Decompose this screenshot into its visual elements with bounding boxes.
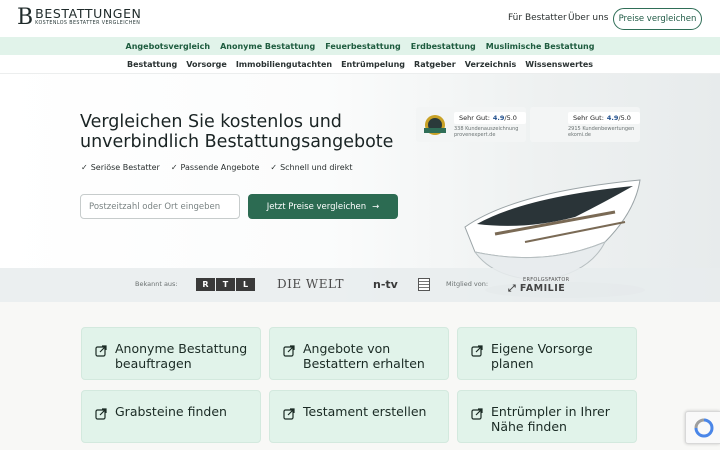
site-header: B BESTATTUNGEN KOSTENLOS BESTATTER VERGL… [0, 0, 720, 37]
check-label: Schnell und direkt [280, 163, 353, 172]
primary-nav-item[interactable]: Feuerbestattung [325, 42, 401, 51]
arrow-mark-icon: ⤢ [508, 283, 517, 294]
external-link-icon [95, 408, 107, 420]
primary-nav-item[interactable]: Anonyme Bestattung [220, 42, 315, 51]
rating-max: /5.0 [504, 114, 517, 122]
check-icon: ✓ [81, 163, 88, 172]
headline-line-2: unverbindlich Bestattungsangebote [80, 132, 394, 152]
arrow-right-icon: → [372, 201, 380, 212]
location-input[interactable]: Postzeitzahl oder Ort eingeben [80, 194, 240, 219]
secondary-nav-item[interactable]: Entrümpelung [341, 60, 405, 69]
rating-label: Sehr Gut: [459, 114, 490, 122]
check-item: ✓ Seriöse Bestatter [81, 163, 160, 172]
known-from-label: Bekannt aus: [135, 280, 178, 288]
service-card[interactable]: Grabsteine finden [81, 390, 261, 443]
primary-nav-item[interactable]: Muslimische Bestattung [486, 42, 595, 51]
recaptcha-badge[interactable] [685, 411, 720, 444]
check-icon: ✓ [270, 163, 278, 172]
secondary-nav-item[interactable]: Ratgeber [414, 60, 456, 69]
logo-name: BESTATTUNGEN [35, 6, 142, 21]
external-link-icon [471, 345, 483, 357]
compare-now-label: Jetzt Preise vergleichen [266, 201, 367, 212]
check-label: Passende Angebote [180, 163, 260, 172]
rating-max: /5.0 [618, 114, 631, 122]
rtl-letter: L [236, 278, 255, 291]
secondary-nav-item[interactable]: Immobiliengutachten [236, 60, 332, 69]
rating-source: provenexpert.de [454, 131, 496, 138]
hero-checks: ✓ Seriöse Bestatter ✓ Passende Angebote ✓ S… [81, 163, 352, 172]
primary-nav-item[interactable]: Erdbestattung [411, 42, 476, 51]
rating-label: Sehr Gut: [573, 114, 604, 122]
primary-nav-item[interactable]: Angebotsvergleich [126, 42, 211, 51]
service-card-title: Anonyme Bestattung beauftragen [115, 341, 248, 371]
rating-score: 4.9 [492, 114, 505, 122]
compare-prices-button[interactable]: Preise vergleichen [613, 8, 702, 30]
service-card-title: Testament erstellen [303, 404, 427, 419]
service-card-title: Entrümpler in Ihrer Nähe finden [491, 404, 610, 434]
check-item: ✓ Passende Angebote [171, 163, 260, 172]
service-card[interactable]: Eigene Vorsorge planen [457, 327, 637, 380]
service-card[interactable]: Testament erstellen [269, 390, 449, 443]
rtl-letter: R [196, 278, 215, 291]
ntv-logo: n-tv [373, 278, 398, 291]
rating-head: Sehr Gut: 4.9/5.0 [568, 112, 640, 124]
external-link-icon [471, 408, 483, 420]
secondary-nav-item[interactable]: Vorsorge [186, 60, 227, 69]
rtl-letter: T [216, 278, 235, 291]
primary-nav: Angebotsvergleich Anonyme Bestattung Feu… [0, 37, 720, 55]
external-link-icon [283, 408, 295, 420]
nav-about[interactable]: Über uns [568, 13, 609, 23]
rating-ekomi[interactable]: Sehr Gut: 4.9/5.0 2915 Kundenbewertungen e… [530, 107, 640, 142]
service-card[interactable]: Angebote von Bestattern erhalten [269, 327, 449, 380]
hero-headline: Vergleichen Sie kostenlos und unverbindl… [80, 112, 410, 152]
logo-letter: B [17, 5, 34, 30]
provenexpert-badge-icon [424, 115, 446, 135]
service-card[interactable]: Anonyme Bestattung beauftragen [81, 327, 261, 380]
family-logo: ERFOLGSFAKTOR ⤢ FAMILIE [508, 277, 569, 294]
nav-for-undertakers[interactable]: Für Bestatter [508, 13, 567, 23]
site-logo[interactable]: B BESTATTUNGEN KOSTENLOS BESTATTER VERGL… [17, 5, 142, 30]
member-of-label: Mitglied von: [446, 280, 489, 288]
recaptcha-icon [694, 418, 714, 438]
family-logo-bottom: ⤢ FAMILIE [508, 283, 569, 294]
rating-sub: 2915 Kundenbewertungen ekomi.de [568, 126, 648, 138]
location-input-placeholder: Postzeitzahl oder Ort eingeben [89, 201, 221, 212]
rating-sub: 338 Kundenauszeichnung provenexpert.de [454, 126, 534, 138]
rating-score: 4.9 [606, 114, 619, 122]
welt-logo: DIE WELT [277, 277, 345, 291]
service-card-title: Eigene Vorsorge planen [491, 341, 593, 371]
check-label: Seriöse Bestatter [90, 163, 160, 172]
check-icon: ✓ [170, 163, 178, 172]
service-card-title: Angebote von Bestattern erhalten [303, 341, 425, 371]
secondary-nav-item[interactable]: Verzeichnis [465, 60, 517, 69]
rating-provenexpert[interactable]: Sehr Gut: 4.9/5.0 338 Kundenauszeichnung p… [416, 107, 526, 142]
secondary-nav-item[interactable]: Bestattung [127, 60, 177, 69]
family-logo-word: FAMILIE [519, 283, 566, 294]
rating-source: ekomi.de [568, 131, 591, 138]
headline-line-1: Vergleichen Sie kostenlos und [80, 112, 342, 132]
external-link-icon [283, 345, 295, 357]
newspaper-logo-icon [418, 278, 430, 291]
compare-now-button[interactable]: Jetzt Preise vergleichen → [248, 194, 398, 219]
service-card-title: Grabsteine finden [115, 404, 227, 419]
service-card[interactable]: Entrümpler in Ihrer Nähe finden [457, 390, 637, 443]
external-link-icon [95, 345, 107, 357]
logo-tagline: KOSTENLOS BESTATTER VERGLEICHEN [35, 21, 141, 26]
rtl-logo: R T L [196, 278, 255, 291]
check-item: ✓ Schnell und direkt [270, 163, 352, 172]
press-bar: Bekannt aus: R T L DIE WELT n-tv Mitglie… [0, 268, 720, 302]
rating-head: Sehr Gut: 4.9/5.0 [454, 112, 526, 124]
secondary-nav: Bestattung Vorsorge Immobiliengutachten … [0, 55, 720, 74]
secondary-nav-item[interactable]: Wissenswertes [525, 60, 593, 69]
